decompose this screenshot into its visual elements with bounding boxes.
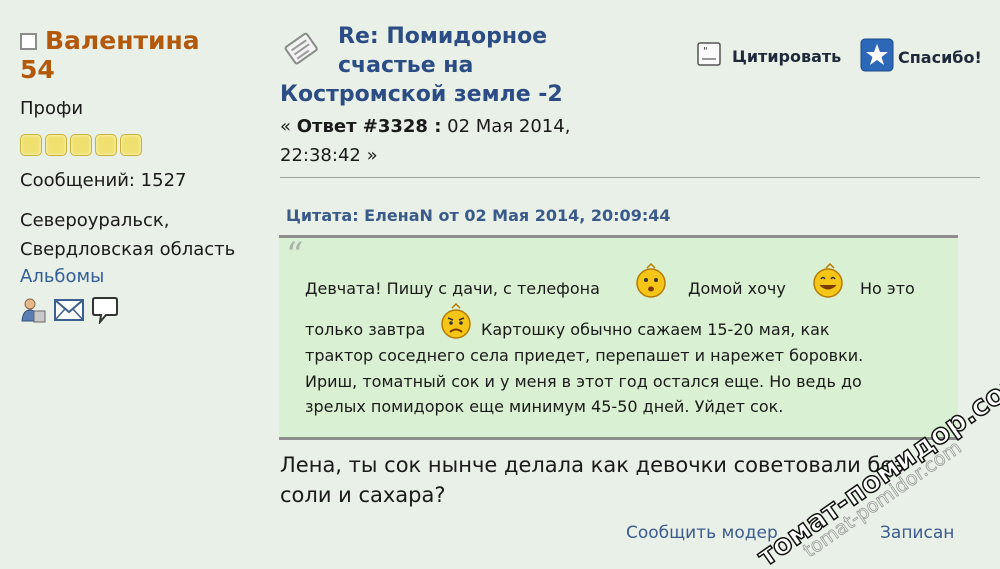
- quote-line: трактор соседнего села приедет, перепаше…: [305, 346, 864, 365]
- pm-icon[interactable]: [92, 296, 118, 328]
- quote-line: Домой хочу: [688, 279, 786, 298]
- poster-location: Североуральск, Свердловская область: [20, 206, 260, 264]
- post-count: Сообщений: 1527: [20, 170, 187, 191]
- post-title-line: Костромской земле -2: [280, 82, 563, 107]
- quote-icon: ": [696, 41, 722, 71]
- rank-star-icon: [45, 134, 67, 156]
- poster-name-suffix[interactable]: 54: [20, 55, 260, 84]
- quote-header-link[interactable]: Цитата: ЕленаN от 02 Мая 2014, 20:09:44: [286, 206, 670, 225]
- post-title-link[interactable]: Re: Помидорное счастье на Костромской зе…: [280, 22, 570, 109]
- quote-line: зрелых помидорок еще минимум 45-50 дней.…: [305, 397, 784, 416]
- rank-star-icon: [70, 134, 92, 156]
- reply-time: 22:38:42 »: [280, 145, 378, 166]
- quote-line: только завтра: [305, 320, 426, 339]
- thanks-button-label: Спасибо!: [898, 47, 982, 67]
- reply-open: «: [280, 116, 297, 137]
- albums-link[interactable]: Альбомы: [20, 264, 260, 290]
- quote-mark-icon: “: [286, 235, 304, 275]
- reply-date: 02 Мая 2014,: [441, 116, 571, 137]
- sad-smiley-icon: [438, 302, 474, 344]
- reply-number[interactable]: Ответ #3328 :: [297, 116, 442, 137]
- poster-rank: Профи: [20, 98, 84, 119]
- profile-actions: [20, 296, 260, 328]
- rank-star-icon: [120, 134, 142, 156]
- dazed-smiley-icon: [633, 262, 669, 302]
- quote-line: Картошку обычно сажаем 15-20 мая, как: [481, 320, 830, 339]
- rank-star-icon: [20, 134, 42, 156]
- logged-status: Записан: [880, 523, 955, 543]
- poster-name[interactable]: Валентина: [45, 26, 200, 55]
- happy-smiley-icon: [808, 262, 848, 302]
- post-title-line: счастье на: [338, 53, 474, 78]
- profile-icon[interactable]: [20, 297, 46, 327]
- quote-button[interactable]: " Цитировать: [696, 41, 841, 71]
- thanks-button[interactable]: Спасибо!: [860, 38, 982, 76]
- quote-line: Ириш, томатный сок и у меня в этот год о…: [305, 372, 862, 391]
- reply-info: « Ответ #3328 : 02 Мая 2014, 22:38:42 »: [280, 112, 610, 170]
- rank-star-icon: [95, 134, 117, 156]
- poster-info: Валентина 54 Профи Сообщений: 1527 Север…: [20, 26, 260, 328]
- quote-button-label: Цитировать: [732, 46, 842, 66]
- svg-text:": ": [703, 46, 708, 57]
- rank-stars: [20, 134, 260, 156]
- header-divider: [280, 177, 980, 178]
- location-line: Североуральск,: [20, 210, 170, 231]
- quote-line: Но это: [860, 279, 915, 298]
- report-moderator-link[interactable]: Сообщить модер: [626, 523, 778, 543]
- star-icon: [860, 38, 894, 76]
- email-icon[interactable]: [54, 298, 84, 326]
- post-title-line: Re: Помидорное: [338, 24, 548, 49]
- quote-line: Девчата! Пишу с дачи, с телефона: [305, 279, 600, 298]
- location-line: Свердловская область: [20, 239, 236, 260]
- poster-name-row: Валентина: [20, 26, 260, 55]
- online-status-icon: [20, 33, 37, 50]
- forum-post: Валентина 54 Профи Сообщений: 1527 Север…: [0, 0, 1000, 569]
